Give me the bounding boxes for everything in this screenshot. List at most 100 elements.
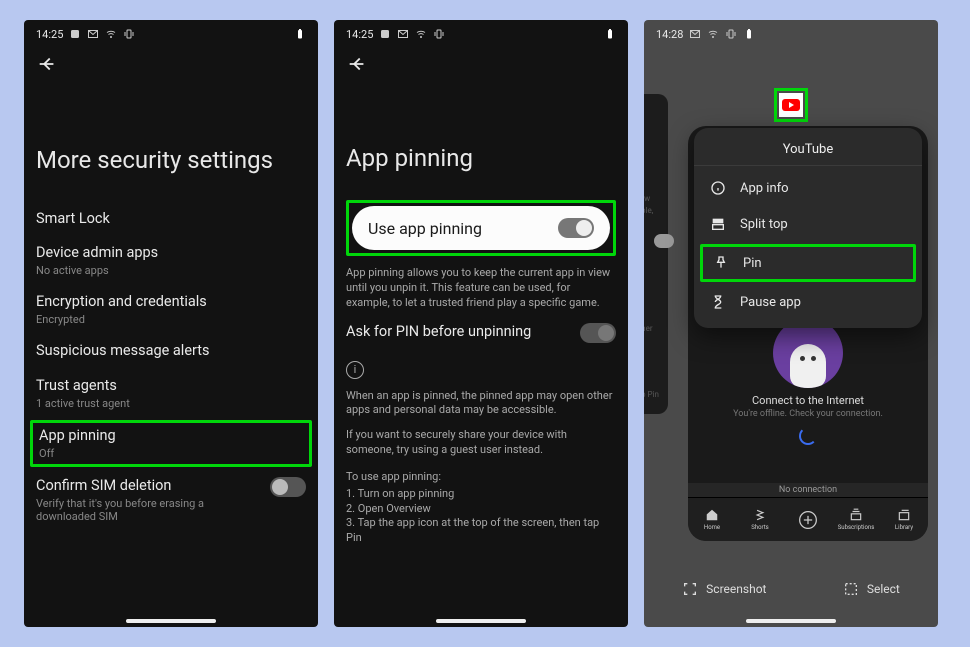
nav-create[interactable] [784,510,832,530]
status-bar: 14:25 [24,20,318,44]
howto-step-2: 2. Open Overview [346,502,616,517]
behind-text: other [644,324,674,333]
statusbar-time: 14:25 [36,28,63,41]
youtube-bottom-nav: Home Shorts Subscriptions Library [688,497,928,541]
sim-toggle[interactable] [270,477,306,497]
offline-title: Connect to the Internet [688,394,928,407]
row-encryption[interactable]: Encryption and credentials Encrypted [36,285,306,334]
battery-icon [743,28,755,40]
row-title: Confirm SIM deletion [36,477,258,495]
nav-library[interactable]: Library [880,508,928,531]
use-app-pinning-card[interactable]: Use app pinning [352,206,610,250]
row-app-pinning[interactable]: App pinning Off [30,420,312,467]
youtube-app-icon[interactable] [779,93,803,117]
description-1: App pinning allows you to keep the curre… [346,266,616,311]
nav-label: Shorts [751,524,769,531]
menu-split-top[interactable]: Split top [694,206,922,242]
nav-shorts[interactable]: Shorts [736,508,784,531]
nav-label: Library [895,524,913,531]
nav-subscriptions[interactable]: Subscriptions [832,508,880,531]
row-smart-lock[interactable]: Smart Lock [36,202,306,236]
wifi-icon [707,28,719,40]
use-app-pinning-highlight: Use app pinning [346,200,616,256]
back-arrow-icon[interactable] [346,53,368,75]
status-bar: 14:28 [644,20,938,44]
gmail-icon [689,28,701,40]
menu-pin[interactable]: Pin [700,244,916,282]
row-device-admin[interactable]: Device admin apps No active apps [36,236,306,285]
behind-text: view [644,194,674,203]
use-app-pinning-toggle[interactable] [558,218,594,238]
menu-label: Pause app [740,295,801,310]
nav-home[interactable]: Home [688,508,736,531]
row-title: Suspicious message alerts [36,342,306,360]
back-arrow-icon[interactable] [36,53,58,75]
row-confirm-sim[interactable]: Confirm SIM deletion Verify that it's yo… [36,469,306,531]
description-3: If you want to securely share your devic… [346,428,616,458]
select-button[interactable]: Select [843,581,900,597]
subscriptions-icon [849,508,863,522]
vibrate-icon [725,28,737,40]
pin-icon [713,255,729,271]
row-title: App pinning [39,427,303,445]
action-label: Select [867,582,900,596]
row-subtitle: Off [39,447,303,460]
privacy-dot-icon [69,28,81,40]
row-subtitle: Encrypted [36,313,306,326]
wifi-icon [105,28,117,40]
app-context-menu: YouTube App info Split top Pin Pause app [694,128,922,328]
row-title: Smart Lock [36,210,306,228]
status-bar: 14:25 [334,20,628,44]
no-connection-banner: No connection [688,483,928,497]
screenshot-icon [682,581,698,597]
vibrate-icon [123,28,135,40]
howto-step-1: 1. Turn on app pinning [346,487,616,502]
battery-icon [604,28,616,40]
select-icon [843,581,859,597]
screenshot-button[interactable]: Screenshot [682,581,766,597]
ask-pin-toggle[interactable] [580,323,616,343]
row-title: Trust agents [36,377,306,395]
row-title: Device admin apps [36,244,306,262]
split-icon [710,216,726,232]
ask-pin-label: Ask for PIN before unpinning [346,323,531,341]
library-icon [897,508,911,522]
nav-label: Home [704,524,720,531]
menu-label: App info [740,181,789,196]
info-icon [710,180,726,196]
row-ask-pin[interactable]: Ask for PIN before unpinning [346,311,616,347]
gmail-icon [397,28,409,40]
menu-app-info[interactable]: App info [694,170,922,206]
gesture-nav-bar[interactable] [746,619,836,623]
row-title: Encryption and credentials [36,293,306,311]
menu-pause-app[interactable]: Pause app [694,284,922,320]
screen-overview: 14:28 view mple, other tap Pin [644,20,938,627]
menu-label: Split top [740,217,788,232]
home-icon [705,508,719,522]
overview-app-icon-highlight [774,88,808,122]
row-subtitle: 1 active trust agent [36,397,306,410]
screen-app-pinning: 14:25 App pinning Use app pinning App pi… [334,20,628,627]
loading-spinner-icon [799,427,817,445]
offline-illustration [773,318,843,388]
page-title: App pinning [346,144,616,172]
row-suspicious-msg[interactable]: Suspicious message alerts [36,334,306,368]
howto-title: To use app pinning: [346,470,616,485]
divider [694,165,922,166]
row-trust-agents[interactable]: Trust agents 1 active trust agent [36,369,306,418]
use-app-pinning-label: Use app pinning [368,219,482,238]
overview-actions: Screenshot Select [644,581,938,597]
gmail-icon [87,28,99,40]
info-icon: i [346,361,364,379]
gesture-nav-bar[interactable] [126,619,216,623]
gesture-nav-bar[interactable] [436,619,526,623]
privacy-dot-icon [379,28,391,40]
plus-circle-icon [798,510,818,530]
nav-label: Subscriptions [838,524,875,531]
behind-text: tap Pin [644,390,674,399]
description-2: When an app is pinned, the pinned app ma… [346,389,616,419]
behind-text: mple, [644,206,674,215]
vibrate-icon [433,28,445,40]
shorts-icon [753,508,767,522]
overview-card-previous[interactable]: view mple, other tap Pin [644,94,668,414]
